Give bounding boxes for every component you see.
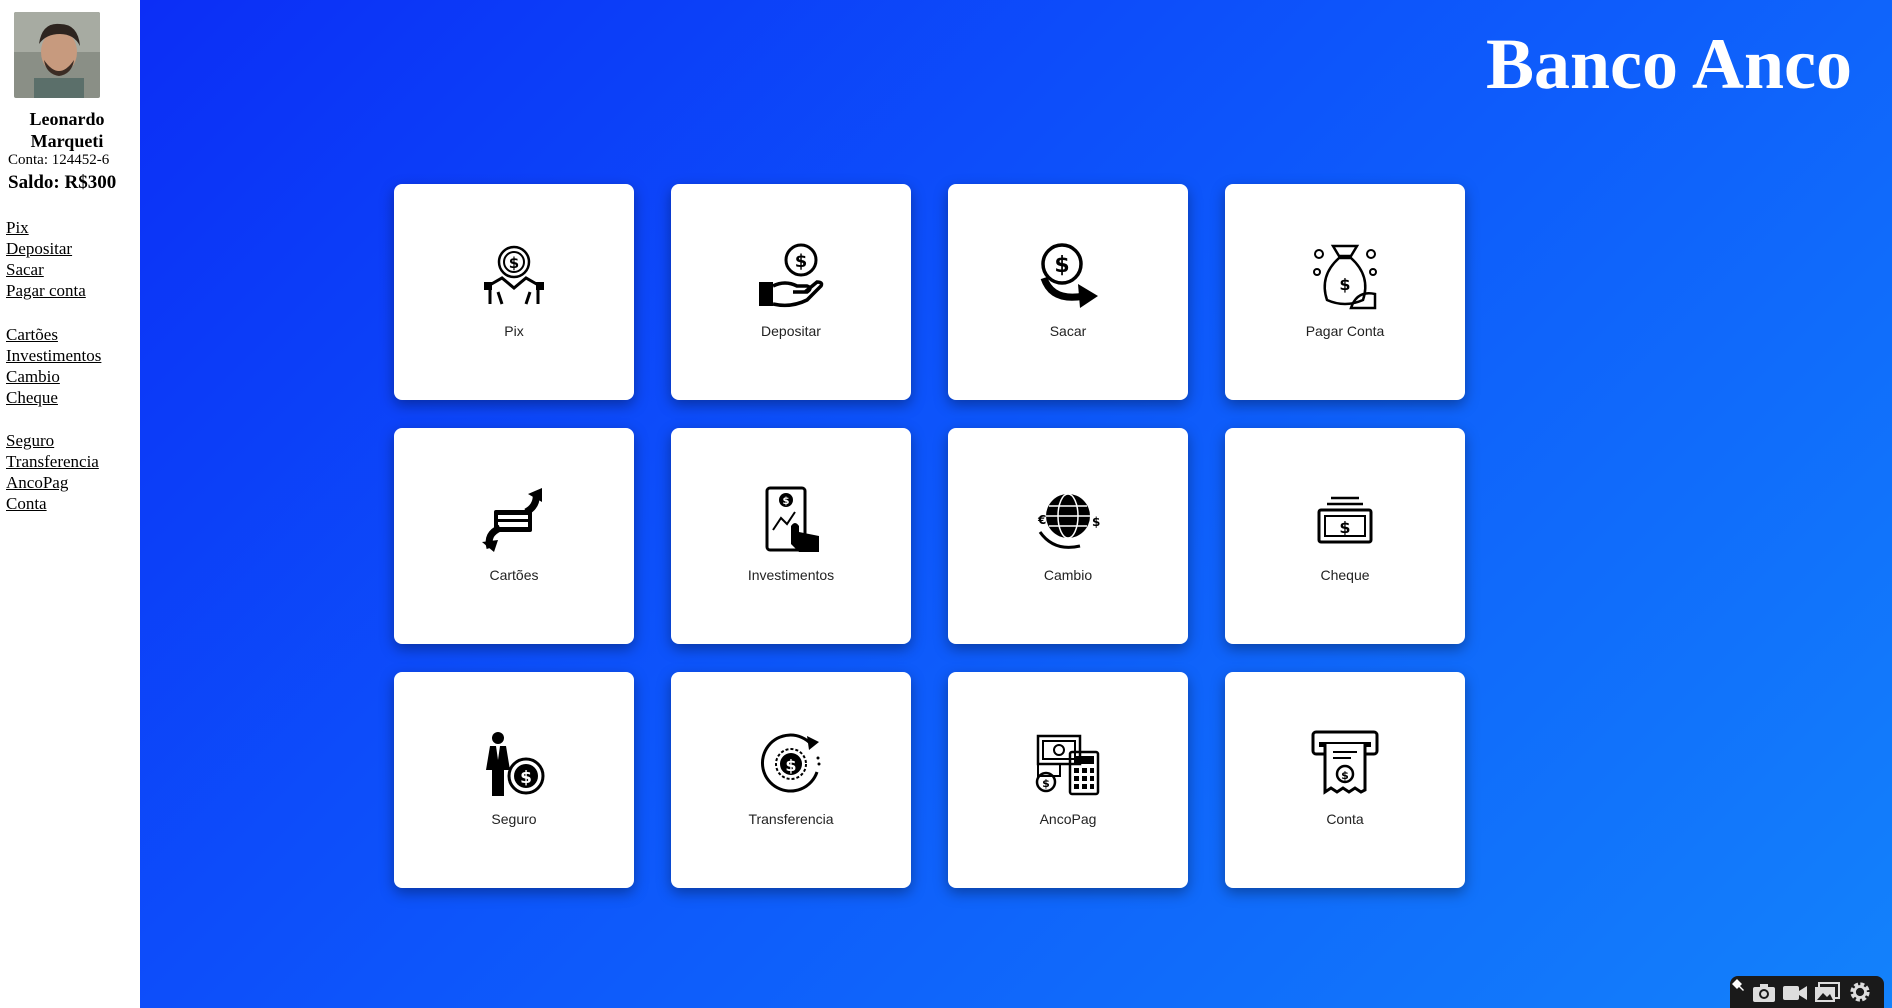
card-label: Depositar [761, 323, 821, 339]
svg-text:$: $ [1092, 515, 1100, 529]
balance: Saldo: R$300 [8, 172, 117, 193]
card-label: Conta [1326, 811, 1364, 827]
card-ancopag[interactable]: $ AncoPag [948, 672, 1188, 888]
card-label: Pagar Conta [1305, 323, 1385, 339]
avatar [14, 12, 100, 98]
nav-link-pagar-conta[interactable]: Pagar conta [6, 280, 86, 301]
card-label: Pix [504, 323, 524, 339]
nav-link-transferencia[interactable]: Transferencia [6, 451, 99, 472]
card-label: Seguro [491, 811, 537, 827]
card-label: Investimentos [747, 567, 835, 583]
svg-text:$: $ [795, 251, 808, 272]
receipt-atm-icon: $ [1311, 730, 1379, 795]
svg-text:$: $ [783, 496, 790, 507]
nav-group-services: Seguro Transferencia AncoPag Conta [6, 430, 99, 514]
svg-text:$: $ [785, 756, 796, 775]
svg-text:$: $ [1042, 777, 1050, 790]
svg-text:$: $ [509, 254, 519, 272]
cash-calculator-icon: $ [1035, 734, 1100, 796]
svg-text:$: $ [520, 768, 532, 788]
card-label: Cheque [1320, 567, 1370, 583]
svg-text:$: $ [1341, 769, 1349, 782]
card-cheque[interactable]: $ Cheque [1225, 428, 1465, 644]
nav-link-cambio[interactable]: Cambio [6, 366, 101, 387]
tablet-touch-icon: $ [765, 486, 819, 552]
money-bag-icon: $ [1313, 244, 1377, 310]
globe-currency-icon: € $ [1037, 493, 1100, 549]
svg-text:€: € [1037, 513, 1046, 527]
sidebar: Leonardo Marqueti Conta: 124452-6 Saldo:… [0, 0, 140, 1008]
nav-link-investimentos[interactable]: Investimentos [6, 345, 101, 366]
svg-text:$: $ [1339, 518, 1350, 537]
card-pix[interactable]: $ Pix [394, 184, 634, 400]
card-label: AncoPag [1039, 811, 1097, 827]
nav-group-products: Cartões Investimentos Cambio Cheque [6, 324, 101, 408]
pin-icon[interactable] [1732, 978, 1746, 992]
card-depositar[interactable]: $ Depositar [671, 184, 911, 400]
card-exchange-icon [482, 488, 542, 552]
nav-link-pix[interactable]: Pix [6, 217, 86, 238]
circular-coin-icon: $ [761, 733, 821, 793]
card-label: Cambio [1043, 567, 1093, 583]
hand-coin-icon: $ [759, 243, 824, 308]
nav-link-cartoes[interactable]: Cartões [6, 324, 101, 345]
gallery-icon[interactable] [1814, 981, 1840, 1003]
card-conta[interactable]: $ Conta [1225, 672, 1465, 888]
nav-link-sacar[interactable]: Sacar [6, 259, 86, 280]
businessman-coin-icon: $ [486, 732, 545, 796]
card-cambio[interactable]: € $ Cambio [948, 428, 1188, 644]
account-number: Conta: 124452-6 [8, 152, 110, 168]
nav-link-cheque[interactable]: Cheque [6, 387, 101, 408]
card-transferencia[interactable]: $ Transferencia [671, 672, 911, 888]
card-label: Sacar [1049, 323, 1087, 339]
card-label: Cartões [489, 567, 539, 583]
user-name: Leonardo Marqueti [29, 109, 105, 151]
pix-coin-icon: $ [484, 245, 544, 305]
capture-toolbar [1730, 976, 1884, 1008]
card-seguro[interactable]: $ Seguro [394, 672, 634, 888]
banknote-stack-icon: $ [1317, 496, 1373, 544]
video-icon[interactable] [1782, 981, 1807, 1003]
card-cartoes[interactable]: Cartões [394, 428, 634, 644]
card-label: Transferencia [748, 811, 834, 827]
nav-link-ancopag[interactable]: AncoPag [6, 472, 99, 493]
svg-text:$: $ [1054, 253, 1069, 278]
card-sacar[interactable]: $ Sacar [948, 184, 1188, 400]
camera-icon[interactable] [1752, 981, 1776, 1003]
svg-text:$: $ [1339, 275, 1350, 294]
card-pagar-conta[interactable]: $ Pagar Conta [1225, 184, 1465, 400]
gear-icon[interactable] [1848, 981, 1872, 1003]
main-content: Banco Anco $ Pix $ Depositar $ Sacar $ P… [140, 0, 1892, 1008]
nav-link-depositar[interactable]: Depositar [6, 238, 86, 259]
nav-group-transactions: Pix Depositar Sacar Pagar conta [6, 217, 86, 301]
bank-title: Banco Anco [1485, 24, 1852, 104]
nav-link-conta[interactable]: Conta [6, 493, 99, 514]
coin-arrow-icon: $ [1040, 243, 1098, 308]
card-investimentos[interactable]: $ Investimentos [671, 428, 911, 644]
nav-link-seguro[interactable]: Seguro [6, 430, 99, 451]
